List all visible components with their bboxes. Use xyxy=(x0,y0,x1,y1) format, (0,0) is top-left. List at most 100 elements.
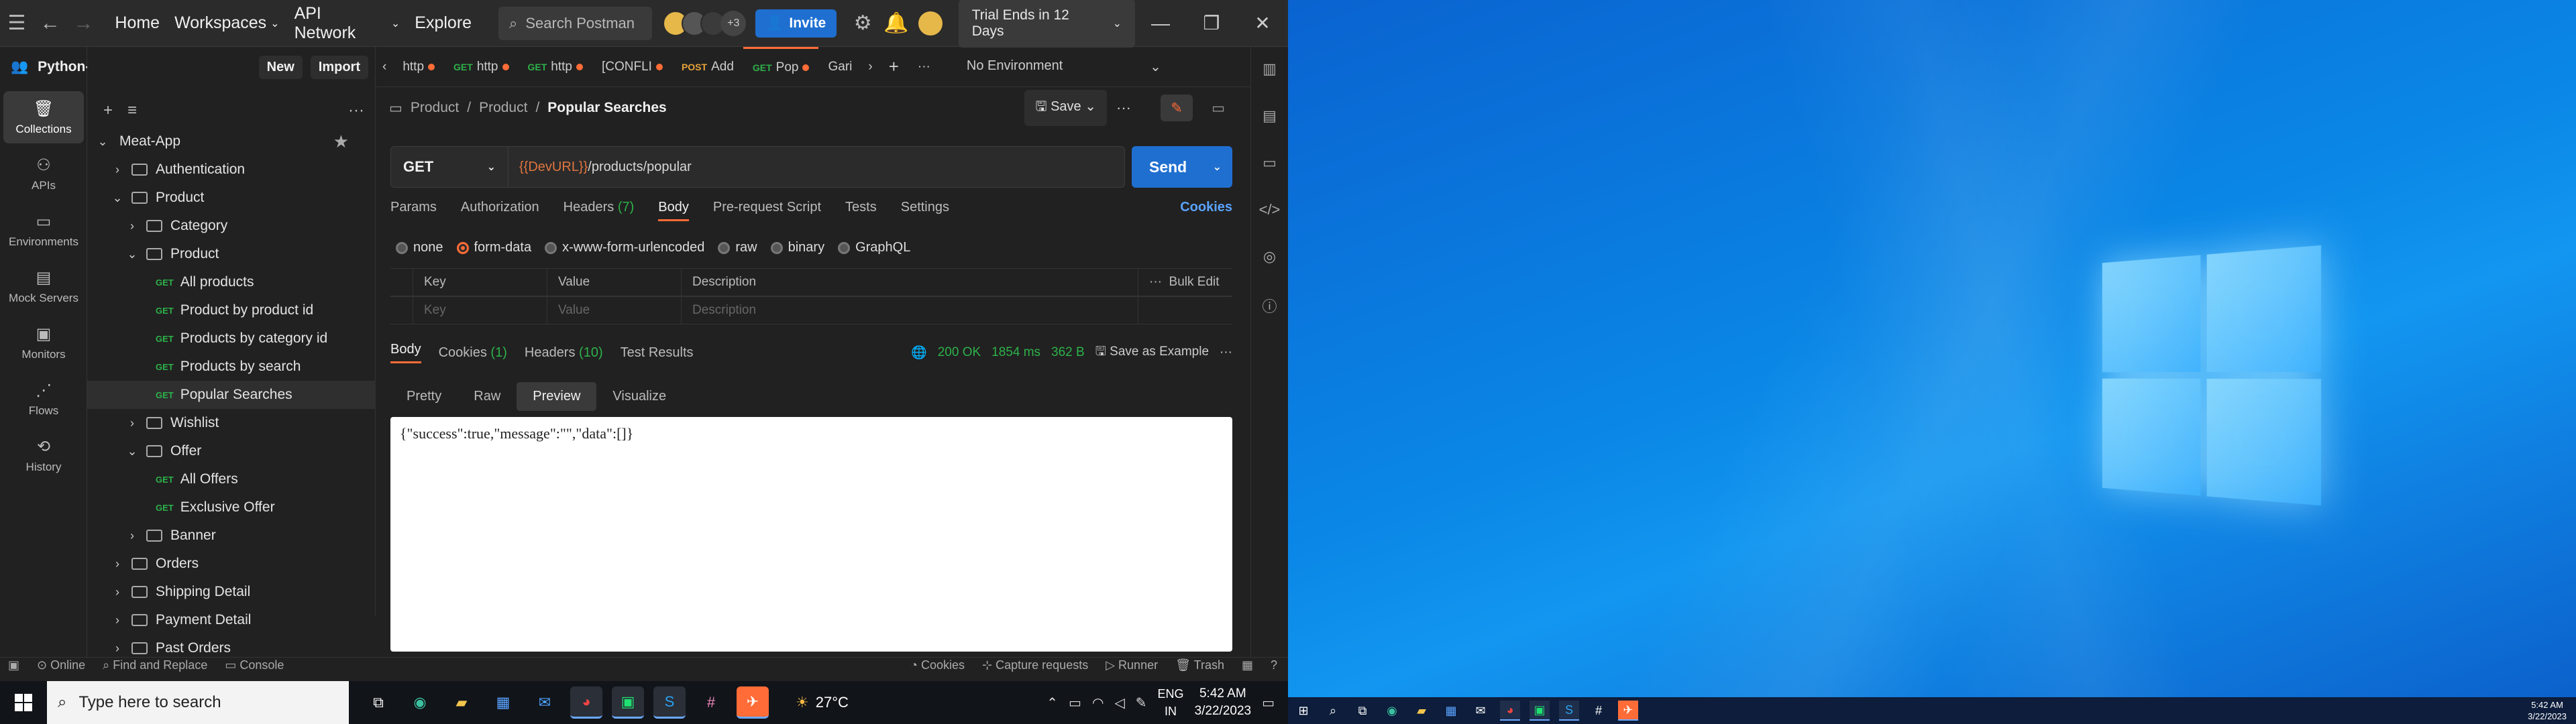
forward-icon[interactable]: → xyxy=(67,0,101,47)
request-tab[interactable]: GET http xyxy=(444,47,518,87)
body-type-radio[interactable]: form-data xyxy=(456,240,531,255)
rail-flows[interactable]: ⋰ Flows xyxy=(3,373,84,425)
chevron-right-icon[interactable]: › xyxy=(123,416,141,430)
mail-icon[interactable]: ✉ xyxy=(529,686,561,719)
volume-icon[interactable]: ◁ xyxy=(1114,695,1124,711)
kv-checkbox[interactable] xyxy=(390,297,413,324)
breadcrumb-item[interactable]: Product xyxy=(411,100,459,116)
collaborator-avatars[interactable]: +3 xyxy=(663,10,747,36)
resp-tab-headers[interactable]: Headers (10) xyxy=(525,345,603,361)
request-item[interactable]: GET All Offers xyxy=(87,465,376,493)
cookies-button[interactable]: ◔ Cookies xyxy=(910,658,965,672)
store-icon[interactable]: ▦ xyxy=(487,686,519,719)
bell-icon[interactable]: 🔔 xyxy=(879,0,913,47)
body-type-radio[interactable]: none xyxy=(396,240,443,255)
folder-item[interactable]: › Payment Detail xyxy=(87,606,376,634)
minimize-icon[interactable]: — xyxy=(1135,0,1186,47)
new-button[interactable]: New xyxy=(258,55,303,79)
view-tab-visualize[interactable]: Visualize xyxy=(596,382,682,411)
console-button[interactable]: ▭ Console xyxy=(225,658,284,672)
postman-icon[interactable]: ✈ xyxy=(737,686,769,719)
filter-icon[interactable]: ≡ xyxy=(127,101,137,120)
chevron-right-icon[interactable]: › xyxy=(123,529,141,543)
skype-icon[interactable]: S xyxy=(1559,701,1579,721)
request-item[interactable]: GET Products by search xyxy=(87,353,376,381)
kv-description-input[interactable]: Description xyxy=(682,297,1138,324)
request-tab[interactable]: http xyxy=(393,47,444,87)
environment-select[interactable]: No Environment ⌄ xyxy=(967,58,1161,75)
layout-icon[interactable]: ▦ xyxy=(1242,658,1253,672)
folder-item[interactable]: › Orders xyxy=(87,550,376,578)
kv-value-input[interactable]: Value xyxy=(547,297,682,324)
breadcrumb-item[interactable]: Product xyxy=(479,100,527,116)
file-explorer-icon[interactable]: ▰ xyxy=(445,686,478,719)
folder-item[interactable]: › Wishlist xyxy=(87,409,376,437)
resp-tab-tests[interactable]: Test Results xyxy=(621,345,694,361)
invite-button[interactable]: 👤 Invite xyxy=(755,9,837,38)
more-icon[interactable]: ··· xyxy=(1116,99,1131,117)
find-replace[interactable]: ⌕ Find and Replace xyxy=(103,658,207,672)
folder-item[interactable]: › Category xyxy=(87,212,376,240)
restore-icon[interactable]: ❐ xyxy=(1186,0,1237,47)
layout-icon[interactable]: ▥ xyxy=(1263,60,1277,78)
response-preview[interactable]: {"success":true,"message":"","data":[]} xyxy=(390,417,1232,652)
tabs-more-icon[interactable]: ··· xyxy=(908,47,940,87)
gear-icon[interactable]: ⚙ xyxy=(846,0,879,47)
request-tab[interactable]: GET http xyxy=(519,47,592,87)
request-item[interactable]: GET Products by category id xyxy=(87,324,376,353)
view-tab-raw[interactable]: Raw xyxy=(458,382,517,411)
tab-authorization[interactable]: Authorization xyxy=(461,200,539,221)
close-icon[interactable]: ✕ xyxy=(1237,0,1288,47)
help-icon[interactable]: ? xyxy=(1271,658,1277,672)
request-tab[interactable]: GET Pop xyxy=(743,46,819,87)
import-button[interactable]: Import xyxy=(310,55,368,79)
body-type-radio[interactable]: binary xyxy=(770,240,824,255)
sidebar-toggle-icon[interactable]: ▣ xyxy=(8,658,19,672)
clock[interactable]: 5:42 AM 3/22/2023 xyxy=(1195,685,1252,720)
response-time[interactable]: 1854 ms xyxy=(991,345,1040,360)
nav-workspaces[interactable]: Workspaces ⌄ xyxy=(174,13,280,33)
nav-home[interactable]: Home xyxy=(115,13,160,33)
online-status[interactable]: ⊙ Online xyxy=(37,658,85,672)
url-input[interactable]: {{DevURL}}/products/popular xyxy=(508,146,1125,188)
folder-item[interactable]: ⌄ Product xyxy=(87,240,376,268)
notification-icon[interactable]: ▭ xyxy=(1262,695,1275,711)
skype-icon[interactable]: S xyxy=(653,686,686,719)
resp-tab-cookies[interactable]: Cookies (1) xyxy=(439,345,507,361)
response-size[interactable]: 362 B xyxy=(1051,345,1085,360)
chevron-right-icon[interactable]: › xyxy=(109,163,126,177)
search-input[interactable]: ⌕ Search Postman xyxy=(498,6,653,40)
globe-icon[interactable]: 🌐 xyxy=(911,345,927,361)
rail-apis[interactable]: ⚇ APIs xyxy=(3,147,84,200)
status-code[interactable]: 200 OK xyxy=(938,345,981,360)
search-icon[interactable]: ⌕ xyxy=(1323,701,1343,721)
rail-monitors[interactable]: ▣ Monitors xyxy=(3,316,84,369)
language-indicator[interactable]: ENG IN xyxy=(1158,685,1184,720)
chevron-right-icon[interactable]: › xyxy=(109,585,126,599)
request-tab[interactable]: [CONFLI xyxy=(592,47,672,87)
nav-api-network[interactable]: API Network ⌄ xyxy=(294,4,400,43)
chevron-down-icon[interactable]: ⌄ xyxy=(94,135,111,149)
request-tab[interactable]: POST Add xyxy=(672,47,743,87)
kv-more-icon[interactable]: ··· xyxy=(1149,275,1162,290)
windows-start-button[interactable] xyxy=(0,681,47,724)
resp-tab-body[interactable]: Body xyxy=(390,342,421,363)
new-tab-icon[interactable]: + xyxy=(879,47,908,87)
pycharm-icon[interactable]: ▣ xyxy=(1529,701,1550,721)
body-type-radio[interactable]: raw xyxy=(718,240,757,255)
edit-icon[interactable]: ✎ xyxy=(1161,95,1193,121)
task-view-icon[interactable]: ⧉ xyxy=(362,686,394,719)
folder-item[interactable]: ⌄ Product xyxy=(87,184,376,212)
chrome-icon[interactable]: ◕ xyxy=(1500,701,1520,721)
windows-icon[interactable]: ⊞ xyxy=(1293,701,1313,721)
chevron-down-icon[interactable]: ⌄ xyxy=(123,247,141,261)
more-icon[interactable]: ··· xyxy=(348,101,364,120)
trial-button[interactable]: Trial Ends in 12 Days ⌄ xyxy=(958,0,1136,48)
comments-icon[interactable]: ▭ xyxy=(1263,154,1277,172)
documentation-icon[interactable]: ▤ xyxy=(1263,107,1277,125)
collection-item[interactable]: ⌄ Meat-App ★ xyxy=(87,127,376,156)
add-icon[interactable]: + xyxy=(103,101,113,120)
mail-icon[interactable]: ✉ xyxy=(1470,701,1491,721)
battery-icon[interactable]: ▭ xyxy=(1069,695,1081,711)
weather-widget[interactable]: ☀ 27°C xyxy=(796,694,849,711)
